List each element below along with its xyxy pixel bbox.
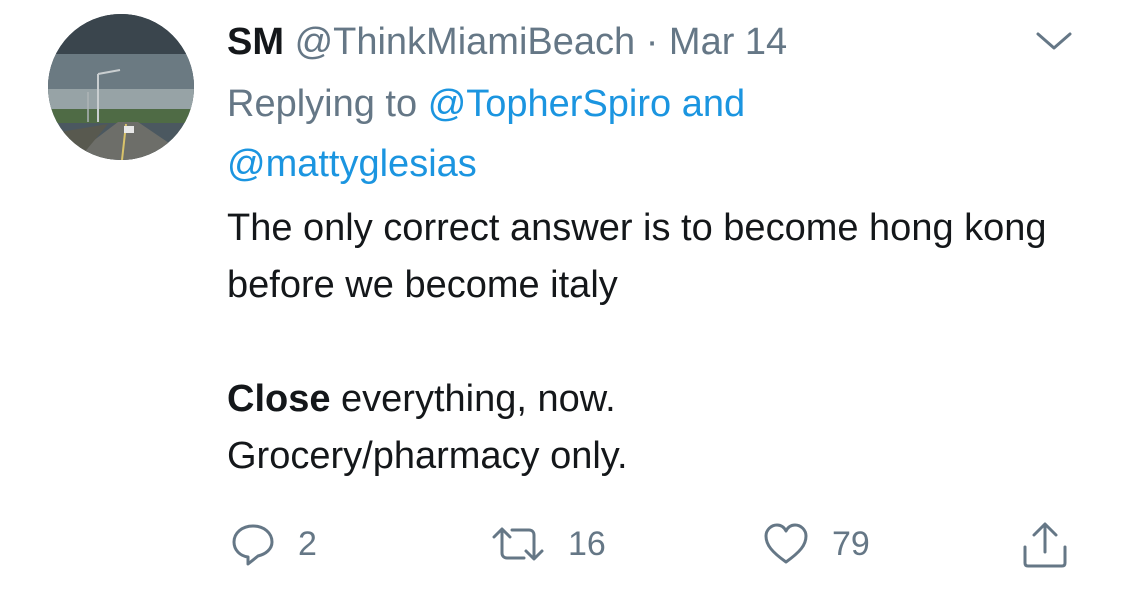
reply-count: 2 (298, 524, 317, 563)
share-icon (1020, 519, 1070, 569)
body-line-1: The only correct answer is to become hon… (227, 207, 1047, 306)
action-bar: 2 16 79 (0, 512, 1125, 576)
avatar[interactable] (48, 14, 194, 160)
tweet-body: The only correct answer is to become hon… (227, 200, 1087, 485)
body-close-rest: everything, now. (330, 378, 616, 420)
body-line-3: Grocery/pharmacy only. (227, 435, 628, 477)
share-button[interactable] (1020, 512, 1070, 576)
display-name[interactable]: SM (227, 21, 284, 63)
tweet-header: SM @ThinkMiamiBeach · Mar 14 (227, 14, 787, 70)
body-close-bold: Close (227, 378, 331, 420)
separator: · (645, 21, 659, 63)
reply-prefix: Replying to (227, 83, 418, 125)
retweet-button[interactable]: 16 (490, 512, 606, 576)
retweet-count: 16 (568, 524, 606, 563)
tweet: SM @ThinkMiamiBeach · Mar 14 Replying to… (0, 0, 1125, 592)
heart-icon (762, 521, 810, 567)
chevron-down-icon[interactable] (1032, 26, 1076, 56)
retweet-icon (490, 521, 546, 567)
body-line-2: Close everything, now. (227, 371, 1087, 428)
reply-mention-topherspiro[interactable]: @TopherSpiro (428, 83, 671, 125)
user-handle[interactable]: @ThinkMiamiBeach (295, 21, 636, 63)
reply-button[interactable]: 2 (230, 512, 317, 576)
like-button[interactable]: 79 (762, 512, 870, 576)
tweet-date[interactable]: Mar 14 (669, 21, 787, 63)
reply-mention-mattyglesias[interactable]: @mattyglesias (227, 143, 477, 185)
replying-to: Replying to @TopherSpiro and @mattyglesi… (227, 74, 927, 194)
reply-and[interactable]: and (682, 83, 745, 125)
reply-icon (230, 521, 276, 567)
like-count: 79 (832, 524, 870, 563)
